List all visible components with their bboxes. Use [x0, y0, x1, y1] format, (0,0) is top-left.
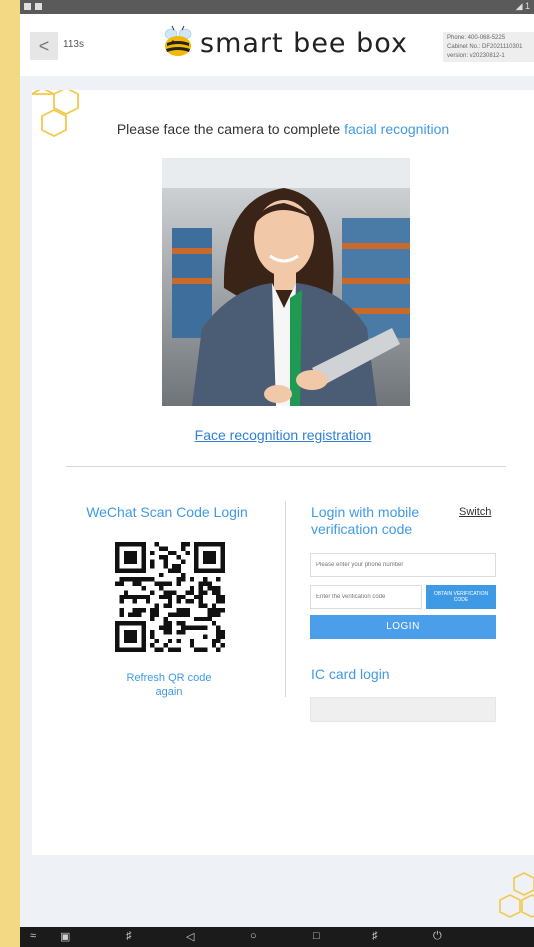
wifi-icon[interactable]: ≈: [30, 930, 36, 942]
recents-icon[interactable]: □: [313, 930, 320, 942]
countdown-timer: 113s: [63, 39, 84, 50]
ic-card-input[interactable]: [310, 697, 496, 722]
login-button[interactable]: LOGIN: [310, 615, 496, 639]
mobile-title-line1: Login with mobile: [311, 504, 420, 520]
login-panel: Please face the camera to complete facia…: [32, 90, 534, 855]
version-info: version: v20230812-1: [447, 53, 505, 59]
mobile-title-line2: verification code: [311, 521, 413, 537]
ic-card-login-title: IC card login: [311, 666, 390, 682]
back-button[interactable]: <: [30, 32, 58, 60]
tablet-screen: ◢ 1 < 113s smart bee box Phone: 400-068-…: [20, 0, 534, 947]
refresh-qr-link[interactable]: Refresh QR code again: [102, 671, 236, 699]
honeycomb-corner-icon: [499, 872, 534, 918]
refresh-label-line2: again: [155, 686, 183, 698]
camera-preview-image: [162, 158, 410, 406]
wechat-login-title: WeChat Scan Code Login: [86, 504, 248, 520]
phone-info: Phone: 400-068-5225: [447, 35, 506, 41]
verification-code-input[interactable]: [310, 585, 422, 609]
face-registration-link[interactable]: Face recognition registration: [32, 427, 534, 443]
bee-logo-icon: [164, 25, 192, 56]
cabinet-number: Cabinet No.: DF2021110301: [447, 44, 523, 50]
wechat-qr-code: [115, 542, 225, 652]
notification-icon: [35, 3, 42, 10]
system-nav-bar: ≈ ▣ ♯ ◁ ○ □ ♯ ⏻: [20, 927, 534, 947]
header: < 113s smart bee box Phone: 400-068-5225…: [20, 14, 534, 76]
power-icon[interactable]: ⏻: [433, 930, 442, 943]
screenshot-icon[interactable]: ▣: [60, 930, 70, 943]
section-divider: [66, 466, 506, 467]
status-bar: ◢ 1: [20, 0, 534, 14]
honeycomb-decoration-icon: [32, 90, 79, 138]
switch-login-link[interactable]: Switch: [459, 506, 491, 518]
obtain-code-button[interactable]: OBTAIN VERIFICATION CODE: [426, 585, 496, 609]
signal-icon: ◢ 1: [515, 1, 530, 11]
volume-up-icon[interactable]: ♯: [372, 930, 378, 942]
face-recognition-prompt: Please face the camera to complete facia…: [32, 121, 534, 137]
home-icon[interactable]: ○: [250, 930, 257, 942]
column-divider: [285, 501, 286, 697]
cabinet-info-box: Phone: 400-068-5225 Cabinet No.: DF20211…: [443, 32, 534, 62]
refresh-label-line1: Refresh QR code: [126, 672, 212, 684]
mobile-login-title: Login with mobile verification code: [311, 504, 451, 538]
phone-number-input[interactable]: [310, 553, 496, 577]
back-icon[interactable]: ◁: [186, 930, 194, 943]
prompt-highlight: facial recognition: [344, 121, 450, 137]
brand-logo-text: smart bee box: [200, 28, 408, 59]
volume-down-icon[interactable]: ♯: [126, 930, 132, 942]
notification-icon: [24, 3, 31, 10]
prompt-text: Please face the camera to complete: [116, 121, 341, 137]
